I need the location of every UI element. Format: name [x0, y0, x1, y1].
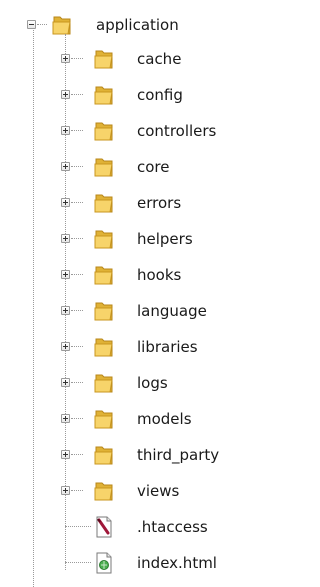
tree-connector: [71, 58, 83, 59]
tree-node-label: config: [137, 86, 183, 104]
expand-toggle[interactable]: [61, 450, 70, 459]
tree-node-label: hooks: [137, 266, 182, 284]
expand-toggle[interactable]: [61, 486, 70, 495]
tree-node-label: core: [137, 158, 170, 176]
tree-node-logs[interactable]: logs: [0, 368, 249, 404]
tree-connector: [71, 130, 83, 131]
tree-connector: [71, 382, 83, 383]
folder-icon: [94, 372, 114, 394]
tree-node-label: application: [96, 16, 179, 34]
expand-toggle[interactable]: [61, 270, 70, 279]
tree-connector: [71, 346, 83, 347]
tree-node-index-html[interactable]: index.html: [0, 548, 249, 584]
tree-connector: [71, 454, 83, 455]
folder-icon: [94, 156, 114, 178]
tree-node-label: cache: [137, 50, 182, 68]
folder-icon: [94, 444, 114, 466]
tree-node-label: controllers: [137, 122, 217, 140]
tree-connector: [71, 166, 83, 167]
tree-node-label: libraries: [137, 338, 198, 356]
folder-icon: [94, 192, 114, 214]
htaccess-file-icon: [95, 516, 113, 538]
expand-toggle[interactable]: [61, 306, 70, 315]
tree-node-hooks[interactable]: hooks: [0, 260, 249, 296]
tree-node-label: views: [137, 482, 180, 500]
tree-node-errors[interactable]: errors: [0, 188, 249, 224]
tree-node-label: .htaccess: [137, 518, 208, 536]
tree-node-application[interactable]: application: [0, 8, 249, 44]
expand-toggle[interactable]: [61, 414, 70, 423]
folder-icon: [94, 480, 114, 502]
tree-connector: [71, 202, 83, 203]
folder-icon: [94, 84, 114, 106]
folder-open-icon: [52, 16, 71, 35]
tree-node-core[interactable]: core: [0, 152, 249, 188]
folder-icon: [94, 120, 114, 142]
expand-toggle[interactable]: [61, 198, 70, 207]
expand-toggle[interactable]: [61, 234, 70, 243]
tree-node-libraries[interactable]: libraries: [0, 332, 249, 368]
tree-connector: [71, 310, 83, 311]
tree-node-models[interactable]: models: [0, 404, 249, 440]
folder-icon: [94, 48, 114, 70]
tree-connector: [65, 526, 91, 527]
folder-icon: [94, 300, 114, 322]
expand-toggle[interactable]: [61, 162, 70, 171]
tree-node-cache[interactable]: cache: [0, 44, 249, 80]
tree-connector: [71, 274, 83, 275]
tree-node-label: errors: [137, 194, 182, 212]
collapse-toggle[interactable]: [27, 20, 36, 29]
expand-toggle[interactable]: [61, 342, 70, 351]
tree-node-language[interactable]: language: [0, 296, 249, 332]
expand-toggle[interactable]: [61, 54, 70, 63]
tree-connector: [37, 24, 47, 25]
tree-connector: [71, 238, 83, 239]
tree-node-third-party[interactable]: third_party: [0, 440, 249, 476]
tree-node-controllers[interactable]: controllers: [0, 116, 249, 152]
tree-node-htaccess[interactable]: .htaccess: [0, 512, 249, 548]
expand-toggle[interactable]: [61, 126, 70, 135]
tree-connector: [71, 94, 83, 95]
folder-icon: [94, 408, 114, 430]
html-file-icon: [95, 552, 113, 574]
tree-node-label: logs: [137, 374, 168, 392]
folder-icon: [94, 228, 114, 250]
folder-icon: [94, 264, 114, 286]
tree-node-helpers[interactable]: helpers: [0, 224, 249, 260]
tree-node-label: third_party: [137, 446, 220, 464]
tree-connector: [71, 418, 83, 419]
folder-icon: [94, 336, 114, 358]
tree-node-label: helpers: [137, 230, 193, 248]
tree-node-label: language: [137, 302, 207, 320]
expand-toggle[interactable]: [61, 378, 70, 387]
expand-toggle[interactable]: [61, 90, 70, 99]
tree-connector: [71, 490, 83, 491]
tree-node-views[interactable]: views: [0, 476, 249, 512]
tree-node-label: index.html: [137, 554, 217, 572]
tree-connector: [65, 562, 91, 563]
project-file-tree: application cache config controllers core er…: [0, 0, 249, 587]
tree-node-label: models: [137, 410, 192, 428]
tree-node-config[interactable]: config: [0, 80, 249, 116]
